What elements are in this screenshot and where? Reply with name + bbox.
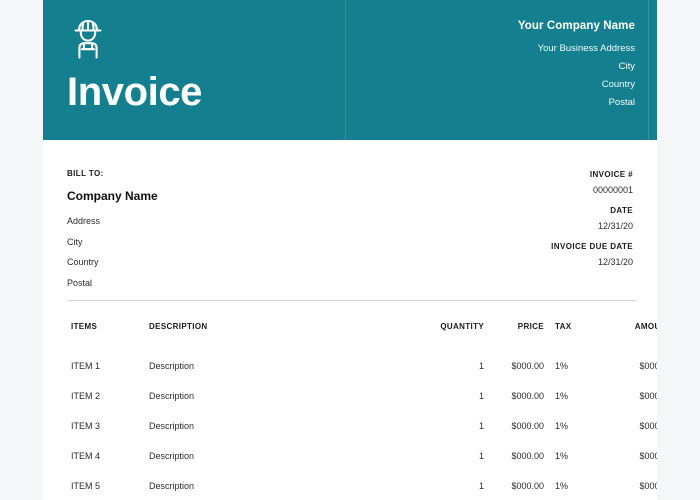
cell-amount: $000.00 <box>639 421 657 431</box>
section-divider <box>67 300 637 301</box>
invoice-number-value: 00000001 <box>592 185 633 195</box>
company-postal-line: Postal <box>608 97 635 108</box>
invoice-date-value: 12/31/20 <box>597 221 633 231</box>
column-header-price: PRICE <box>517 322 544 331</box>
column-header-tax: TAX <box>555 322 572 331</box>
cell-description: Description <box>149 451 195 461</box>
column-header-description: DESCRIPTION <box>149 322 208 331</box>
cell-amount: $000.00 <box>639 481 657 491</box>
bill-to-postal-line: Postal <box>67 277 93 288</box>
invoice-details-block: INVOICE # 00000001 DATE 12/31/20 INVOICE… <box>373 168 633 276</box>
invoice-due-date-value: 12/31/20 <box>597 257 633 267</box>
cell-item: ITEM 1 <box>71 361 101 371</box>
column-header-quantity: QUANTITY <box>440 322 484 331</box>
company-name: Your Company Name <box>517 20 635 32</box>
table-row: ITEM 5 Description 1 $000.00 1% $000.00 <box>71 471 657 500</box>
cell-quantity: 1 <box>478 451 484 461</box>
header-company-block: Your Company Name Your Business Address … <box>345 19 635 112</box>
cell-description: Description <box>149 391 195 401</box>
construction-worker-icon <box>68 18 108 60</box>
column-header-amount: AMOUNT <box>634 322 657 331</box>
invoice-number-label: INVOICE # <box>589 170 633 179</box>
bill-to-block: BILL TO: Company Name Address City Count… <box>67 168 327 293</box>
table-header-row: ITEMS DESCRIPTION QUANTITY PRICE TAX AMO… <box>71 322 657 351</box>
cell-tax: 1% <box>555 391 569 401</box>
invoice-header-band: Invoice Your Company Name Your Business … <box>43 0 657 140</box>
cell-price: $000.00 <box>511 481 544 491</box>
cell-item: ITEM 3 <box>71 421 101 431</box>
cell-quantity: 1 <box>478 481 484 491</box>
cell-quantity: 1 <box>478 361 484 371</box>
items-table-body: ITEM 1 Description 1 $000.00 1% $000.00 … <box>71 351 657 500</box>
invoice-meta-section: BILL TO: Company Name Address City Count… <box>43 140 657 300</box>
table-row: ITEM 1 Description 1 $000.00 1% $000.00 <box>71 351 657 381</box>
cell-description: Description <box>149 361 195 371</box>
bill-to-company-name: Company Name <box>67 189 158 203</box>
cell-tax: 1% <box>555 361 569 371</box>
cell-item: ITEM 4 <box>71 451 101 461</box>
cell-tax: 1% <box>555 421 569 431</box>
page-title: Invoice <box>67 70 203 114</box>
invoice-date-label: DATE <box>610 206 633 215</box>
bill-to-country-line: Country <box>67 257 99 267</box>
cell-price: $000.00 <box>511 391 544 401</box>
cell-quantity: 1 <box>478 421 484 431</box>
table-row: ITEM 4 Description 1 $000.00 1% $000.00 <box>71 441 657 471</box>
cell-amount: $000.00 <box>639 361 657 371</box>
bill-to-address-line: Address <box>67 216 101 226</box>
cell-price: $000.00 <box>511 451 544 461</box>
table-row: ITEM 3 Description 1 $000.00 1% $000.00 <box>71 411 657 441</box>
cell-item: ITEM 2 <box>71 391 101 401</box>
invoice-page: Invoice Your Company Name Your Business … <box>43 0 657 500</box>
company-country-line: Country <box>601 79 635 90</box>
company-city-line: City <box>618 61 635 72</box>
cell-price: $000.00 <box>511 361 544 371</box>
items-table-container: ITEMS DESCRIPTION QUANTITY PRICE TAX AMO… <box>43 322 657 500</box>
header-divider-right <box>648 0 649 140</box>
cell-tax: 1% <box>555 451 569 461</box>
cell-quantity: 1 <box>478 391 484 401</box>
invoice-due-date-label: INVOICE DUE DATE <box>551 242 633 251</box>
cell-item: ITEM 5 <box>71 481 101 491</box>
column-header-items: ITEMS <box>71 322 98 331</box>
bill-to-label: BILL TO: <box>67 169 104 178</box>
bill-to-city-line: City <box>67 236 83 247</box>
items-table-head: ITEMS DESCRIPTION QUANTITY PRICE TAX AMO… <box>71 322 657 351</box>
table-row: ITEM 2 Description 1 $000.00 1% $000.00 <box>71 381 657 411</box>
cell-price: $000.00 <box>511 421 544 431</box>
header-left-section: Invoice <box>67 0 345 140</box>
company-address-line: Your Business Address <box>537 43 635 54</box>
cell-amount: $000.00 <box>639 391 657 401</box>
cell-description: Description <box>149 481 195 491</box>
cell-description: Description <box>149 421 195 431</box>
cell-tax: 1% <box>555 481 569 491</box>
items-table: ITEMS DESCRIPTION QUANTITY PRICE TAX AMO… <box>71 322 657 500</box>
cell-amount: $000.00 <box>639 451 657 461</box>
